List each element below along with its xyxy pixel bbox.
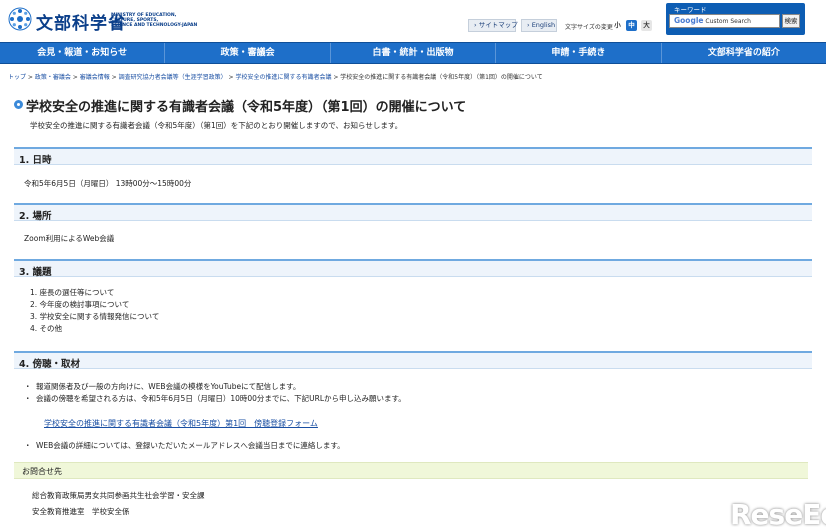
page-title: 学校安全の推進に関する有識者会議（令和5年度）（第1回）の開催について bbox=[26, 100, 467, 115]
registration-form-link[interactable]: 学校安全の推進に関する有識者会議（令和5年度）第1回 傍聴登録フォーム bbox=[44, 418, 318, 429]
nav-item-applications[interactable]: 申請・手続き bbox=[496, 43, 662, 63]
agenda-list: 1. 座長の選任等について 2. 今年度の検討事項について 3. 学校安全に関す… bbox=[30, 287, 159, 335]
breadcrumb-link[interactable]: 学校安全の推進に関する有識者会議 bbox=[235, 74, 331, 81]
nav-item-about[interactable]: 文部科学省の紹介 bbox=[662, 43, 826, 63]
breadcrumb: トップ > 政策・審議会 > 審議会情報 > 調査研究協力者会議等（生涯学習政策… bbox=[8, 74, 543, 81]
audience-list: 報道関係者及び一般の方向けに、WEB会議の模様をYouTubeにて配信します。 … bbox=[24, 381, 406, 405]
list-item: 1. 座長の選任等について bbox=[30, 288, 115, 297]
section-heading-datetime: 1. 日時 bbox=[14, 147, 812, 166]
font-size-label: 文字サイズの変更 bbox=[565, 24, 613, 31]
sitemap-button[interactable]: › サイトマップ bbox=[468, 19, 518, 32]
contact-line-1: 総合教育政策局男女共同参画共生社会学習・安全課 bbox=[32, 491, 205, 500]
list-item: 会議の傍聴を希望される方は、令和5年6月5日（月曜日）10時00分までに、下記U… bbox=[24, 393, 406, 405]
google-logo: Google bbox=[674, 16, 704, 25]
breadcrumb-link[interactable]: 政策・審議会 bbox=[35, 74, 71, 81]
breadcrumb-link[interactable]: トップ bbox=[8, 74, 26, 81]
contact-heading: お問合せ先 bbox=[14, 462, 808, 479]
font-size-small-button[interactable]: 小 bbox=[612, 20, 623, 31]
title-bullet-icon bbox=[14, 100, 23, 109]
nav-item-policy[interactable]: 政策・審議会 bbox=[165, 43, 331, 63]
datetime-text: 令和5年6月5日（月曜日） 13時00分～15時00分 bbox=[24, 179, 192, 188]
section-heading-agenda: 3. 議題 bbox=[14, 259, 812, 278]
font-size-medium-button[interactable]: 中 bbox=[626, 20, 637, 31]
english-button[interactable]: › English bbox=[521, 19, 557, 32]
global-nav: 会見・報道・お知らせ 政策・審議会 白書・統計・出版物 申請・手続き 文部科学省… bbox=[0, 42, 826, 64]
site-header: 文部科学省 MINISTRY OF EDUCATION, CULTURE, SP… bbox=[0, 0, 826, 42]
search-input[interactable]: Google Custom Search bbox=[669, 14, 780, 28]
site-name-en: MINISTRY OF EDUCATION, CULTURE, SPORTS, … bbox=[111, 13, 198, 29]
nav-item-press[interactable]: 会見・報道・お知らせ bbox=[0, 43, 166, 63]
audience-note-list: WEB会議の詳細については、登録いただいたメールアドレスへ会議当日までに連絡しま… bbox=[24, 440, 345, 451]
contact-line-2: 安全教育推進室 学校安全係 bbox=[32, 507, 130, 516]
list-item: 2. 今年度の検討事項について bbox=[30, 300, 130, 309]
list-item: 4. その他 bbox=[30, 324, 63, 333]
breadcrumb-link[interactable]: 調査研究協力者会議等（生涯学習政策） bbox=[119, 74, 227, 81]
list-item: 報道関係者及び一般の方向けに、WEB会議の模様をYouTubeにて配信します。 bbox=[24, 381, 406, 393]
list-item: WEB会議の詳細については、登録いただいたメールアドレスへ会議当日までに連絡しま… bbox=[24, 440, 345, 451]
chevron-right-icon: › bbox=[527, 21, 530, 29]
list-item: 3. 学校安全に関する情報発信について bbox=[30, 312, 160, 321]
resed-watermark-logo: ReseEd bbox=[730, 498, 826, 527]
place-text: Zoom利用によるWeb会議 bbox=[24, 234, 115, 243]
font-size-large-button[interactable]: 大 bbox=[641, 20, 652, 31]
search-button[interactable]: 検索 bbox=[782, 14, 800, 28]
section-heading-audience: 4. 傍聴・取材 bbox=[14, 351, 812, 370]
chevron-right-icon: › bbox=[474, 21, 477, 29]
search-keyword-label: キーワード bbox=[674, 6, 707, 14]
breadcrumb-link[interactable]: 審議会情報 bbox=[80, 74, 110, 81]
intro-text: 学校安全の推進に関する有識者会議（令和5年度）（第1回）を下記のとおり開催します… bbox=[30, 121, 403, 130]
nav-item-publications[interactable]: 白書・統計・出版物 bbox=[331, 43, 497, 63]
breadcrumb-current: 学校安全の推進に関する有識者会議（令和5年度）（第1回）の開催について bbox=[340, 74, 543, 81]
mext-logo-icon[interactable] bbox=[8, 7, 32, 31]
section-heading-place: 2. 場所 bbox=[14, 203, 812, 222]
